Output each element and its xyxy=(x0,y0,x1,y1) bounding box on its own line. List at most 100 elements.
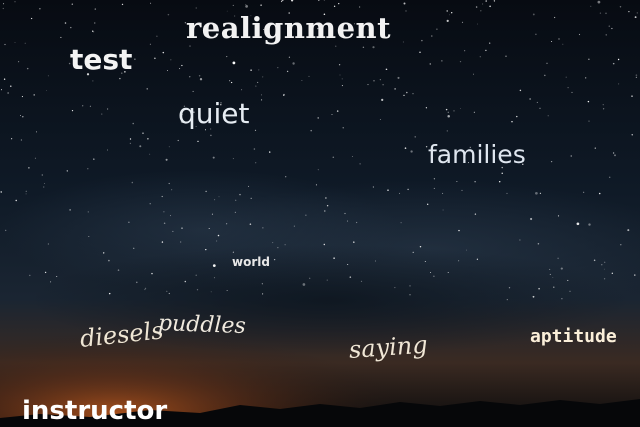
star xyxy=(424,261,426,262)
star xyxy=(277,66,279,69)
star xyxy=(536,101,538,103)
star xyxy=(172,230,174,232)
star xyxy=(280,1,283,3)
star xyxy=(41,174,43,176)
word-saying: saying xyxy=(348,330,429,364)
star xyxy=(338,64,341,66)
star xyxy=(558,38,560,40)
star xyxy=(325,197,327,199)
star xyxy=(498,180,501,183)
star xyxy=(349,276,352,278)
star xyxy=(394,287,396,289)
star xyxy=(433,275,435,277)
star xyxy=(232,4,234,6)
star xyxy=(305,214,307,216)
star xyxy=(260,94,263,96)
star xyxy=(3,3,5,5)
star xyxy=(567,279,569,281)
star xyxy=(285,176,287,178)
star xyxy=(612,62,615,65)
star xyxy=(387,189,389,191)
star xyxy=(628,10,630,13)
star xyxy=(576,222,580,226)
star xyxy=(167,13,170,16)
star xyxy=(508,287,511,289)
star xyxy=(601,264,603,266)
star xyxy=(372,186,374,188)
star xyxy=(309,277,311,279)
star xyxy=(0,191,2,193)
star xyxy=(21,96,23,98)
star xyxy=(617,58,620,61)
word-instructor: instructor xyxy=(22,396,168,426)
star xyxy=(30,17,33,20)
star xyxy=(571,91,573,93)
star xyxy=(485,49,487,52)
star xyxy=(254,129,257,132)
word-families: families xyxy=(428,140,526,169)
star xyxy=(39,8,41,10)
star xyxy=(379,118,381,121)
star xyxy=(587,100,590,103)
star xyxy=(412,93,414,95)
star xyxy=(93,158,95,160)
star xyxy=(226,56,228,58)
star xyxy=(539,192,542,194)
star xyxy=(101,113,103,115)
star xyxy=(445,108,448,111)
star xyxy=(373,80,375,82)
star xyxy=(583,191,585,193)
star xyxy=(5,229,7,232)
star xyxy=(561,298,563,300)
star xyxy=(557,215,560,217)
star xyxy=(66,170,69,172)
star xyxy=(195,274,197,276)
star xyxy=(549,273,551,275)
star xyxy=(473,73,474,75)
star xyxy=(599,12,602,14)
star xyxy=(404,147,407,149)
star xyxy=(565,76,567,78)
star xyxy=(317,169,319,171)
star xyxy=(550,160,553,163)
star xyxy=(199,78,203,81)
star xyxy=(43,186,45,188)
star xyxy=(412,251,414,254)
star xyxy=(433,187,435,189)
star xyxy=(560,267,563,270)
star xyxy=(292,62,295,65)
star xyxy=(619,6,622,8)
star xyxy=(60,36,62,38)
star xyxy=(588,120,590,122)
star xyxy=(241,89,243,91)
star xyxy=(117,269,120,271)
star xyxy=(245,5,248,8)
star xyxy=(341,78,343,80)
star xyxy=(476,258,479,260)
star xyxy=(181,64,183,67)
star xyxy=(161,195,163,198)
star xyxy=(82,105,84,107)
star xyxy=(474,181,476,183)
star xyxy=(332,156,335,159)
star xyxy=(302,283,306,286)
star xyxy=(87,168,89,170)
star xyxy=(598,192,601,195)
star xyxy=(597,0,601,4)
star xyxy=(288,56,291,58)
star xyxy=(611,272,613,274)
star xyxy=(400,222,402,224)
star xyxy=(284,244,286,246)
star xyxy=(226,223,228,225)
star xyxy=(338,2,340,5)
star xyxy=(46,90,48,92)
star xyxy=(151,272,153,275)
star xyxy=(108,292,111,295)
star xyxy=(570,155,572,157)
star xyxy=(133,247,135,249)
star xyxy=(47,75,49,77)
star xyxy=(386,68,388,70)
star xyxy=(277,247,279,249)
star xyxy=(456,181,458,183)
night-sky-scene: realignment test quiet families world di… xyxy=(0,0,640,427)
